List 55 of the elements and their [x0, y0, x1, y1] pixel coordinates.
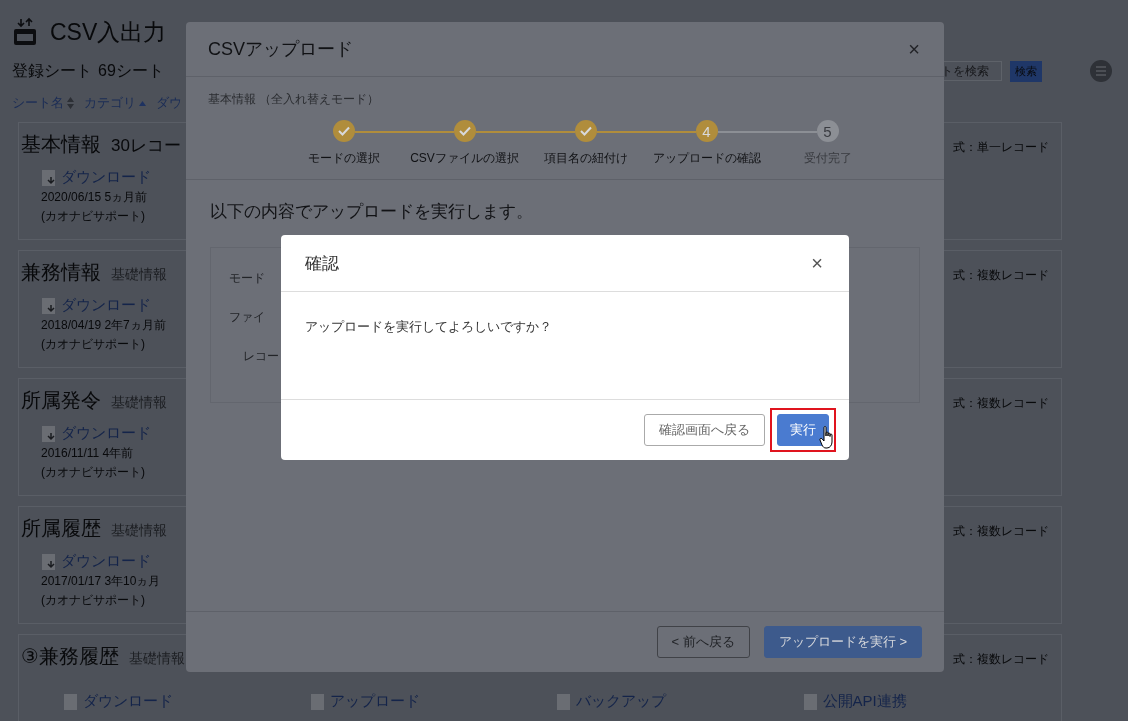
document-icon — [556, 692, 572, 711]
menu-icon[interactable] — [1090, 60, 1112, 82]
sheet-count-label: 登録シート — [12, 60, 92, 81]
field-label: レコー — [243, 348, 280, 365]
record-format: 式：複数レコード — [953, 523, 1049, 540]
uploaded-by: (カオナビサポート) — [41, 208, 145, 225]
sheet-count: 69シート — [98, 60, 164, 81]
sheet-title: 所属発令 — [21, 388, 101, 413]
document-icon — [41, 552, 57, 571]
page-title: CSV入出力 — [50, 17, 167, 47]
step-label: CSVファイルの選択 — [410, 150, 519, 167]
upload-date: 2018/04/19 2年7ヵ月前 — [41, 317, 166, 334]
record-format: 式：複数レコード — [953, 395, 1049, 412]
close-button[interactable]: × — [906, 37, 922, 61]
step-label: モードの選択 — [307, 150, 380, 167]
step-number: 5 — [823, 122, 832, 140]
dialog-message: アップロードを実行してよろしいですか？ — [305, 319, 552, 334]
check-icon — [579, 126, 592, 136]
execute-button[interactable]: 実行 — [777, 414, 829, 446]
step-label: アップロードの確認 — [652, 150, 761, 167]
field-label: モード — [229, 270, 266, 287]
back-button[interactable]: < 前へ戻る — [656, 626, 750, 658]
search-button[interactable]: 検索 — [1010, 60, 1042, 82]
modal-title: CSVアップロード — [208, 38, 353, 61]
close-button[interactable]: × — [809, 251, 825, 275]
document-icon — [309, 692, 326, 711]
uploaded-by: (カオナビサポート) — [41, 464, 145, 481]
upload-date: 2020/06/15 5ヵ月前 — [41, 189, 148, 206]
step-number: 4 — [702, 122, 711, 140]
uploaded-by: (カオナビサポート) — [41, 336, 145, 353]
document-icon — [41, 296, 57, 315]
upload-date: 2017/01/17 3年10ヵ月 — [41, 573, 161, 590]
sheet-title: 所属履歴 — [21, 516, 101, 541]
intro-text: 以下の内容でアップロードを実行します。 — [210, 201, 534, 223]
upload-button[interactable]: アップロードを実行 > — [763, 626, 922, 658]
modal-subtitle: 基本情報 （全入れ替えモード） — [208, 91, 381, 108]
record-count: 30レコー — [111, 135, 181, 157]
record-format: 式：複数レコード — [953, 651, 1049, 668]
document-icon — [802, 692, 819, 711]
document-icon — [41, 424, 57, 443]
dialog-title: 確認 — [305, 252, 339, 275]
uploaded-by: (カオナビサポート) — [41, 592, 145, 609]
upload-date: 2016/11/11 4年前 — [41, 445, 134, 462]
record-format: 式：単一レコード — [953, 139, 1049, 156]
sheet-title: 基本情報 — [21, 132, 101, 157]
step-label: 項目名の紐付け — [543, 150, 628, 167]
document-icon — [63, 692, 79, 711]
check-icon — [458, 126, 471, 136]
cancel-button[interactable]: 確認画面へ戻る — [644, 414, 765, 446]
csv-file-icon — [12, 17, 38, 47]
record-format: 式：複数レコード — [953, 267, 1049, 284]
check-icon — [337, 126, 350, 136]
document-icon — [41, 168, 57, 187]
sheet-title: ③兼務履歴 — [21, 644, 119, 669]
sheet-title: 兼務情報 — [21, 260, 101, 285]
